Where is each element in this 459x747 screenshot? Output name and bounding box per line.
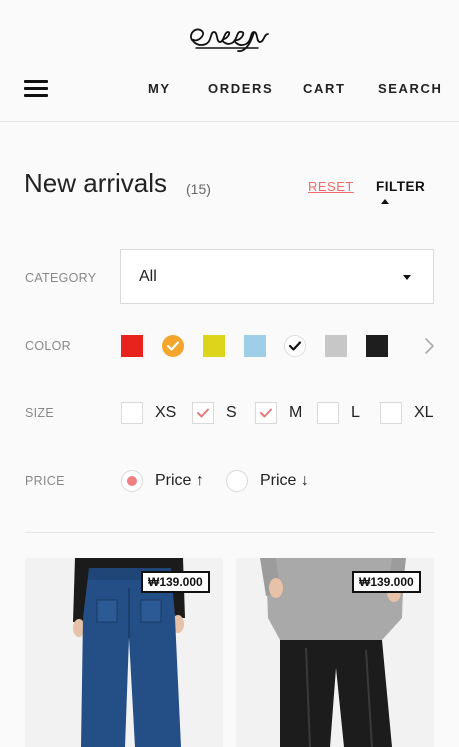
- color-swatch-white[interactable]: [284, 335, 306, 357]
- price-tag: ₩139.000: [352, 571, 421, 593]
- color-swatch-red[interactable]: [121, 335, 143, 357]
- color-swatch-orange[interactable]: [162, 335, 184, 357]
- color-label: COLOR: [25, 339, 71, 353]
- check-icon: [260, 408, 272, 418]
- size-option-label: S: [226, 404, 237, 421]
- price-asc-radio[interactable]: [121, 470, 143, 492]
- size-option-label: XS: [155, 404, 177, 421]
- color-swatch-yellow[interactable]: [203, 335, 225, 357]
- divider: [25, 532, 434, 533]
- size-checkbox-xl[interactable]: [380, 402, 402, 424]
- color-swatch-grey[interactable]: [325, 335, 347, 357]
- category-select[interactable]: All: [120, 249, 434, 304]
- size-option-label: L: [351, 404, 360, 421]
- size-option-label: XL: [414, 404, 434, 421]
- nav-my[interactable]: MY: [148, 81, 171, 96]
- size-checkbox-l[interactable]: [317, 402, 339, 424]
- page-title: New arrivals: [24, 168, 168, 198]
- nav-search[interactable]: SEARCH: [378, 81, 443, 96]
- category-value: All: [139, 268, 157, 285]
- price-tag: ₩139.000: [141, 571, 210, 593]
- reset-button[interactable]: RESET: [308, 179, 354, 194]
- size-checkbox-s[interactable]: [192, 402, 214, 424]
- price-asc-label[interactable]: Price ↑: [155, 472, 204, 490]
- caret-up-icon: [381, 199, 389, 204]
- eyeye-logo[interactable]: [186, 18, 270, 54]
- radio-selected-dot: [127, 476, 137, 486]
- size-label: SIZE: [25, 406, 54, 420]
- nav-orders[interactable]: ORDERS: [208, 81, 273, 96]
- header: MY ORDERS CART SEARCH: [0, 0, 459, 122]
- chevron-right-icon[interactable]: [420, 336, 438, 356]
- price-desc-radio[interactable]: [226, 470, 248, 492]
- color-swatch-light-blue[interactable]: [244, 335, 266, 357]
- size-checkbox-xs[interactable]: [121, 402, 143, 424]
- price-desc-label[interactable]: Price ↓: [260, 472, 309, 490]
- category-label: CATEGORY: [25, 271, 97, 285]
- menu-icon[interactable]: [24, 80, 48, 98]
- price-label: PRICE: [25, 474, 65, 488]
- check-icon: [288, 341, 302, 351]
- item-count: (15): [186, 181, 211, 197]
- chevron-down-icon: [403, 275, 411, 280]
- nav-cart[interactable]: CART: [303, 81, 346, 96]
- size-checkbox-m[interactable]: [255, 402, 277, 424]
- filter-toggle-label: FILTER: [376, 179, 426, 194]
- color-swatch-black[interactable]: [366, 335, 388, 357]
- check-icon: [197, 408, 209, 418]
- size-option-label: M: [289, 404, 303, 421]
- filter-toggle-button[interactable]: FILTER: [376, 179, 436, 209]
- listing-header: New arrivals (15) RESET FILTER: [24, 168, 436, 208]
- check-icon: [166, 341, 180, 351]
